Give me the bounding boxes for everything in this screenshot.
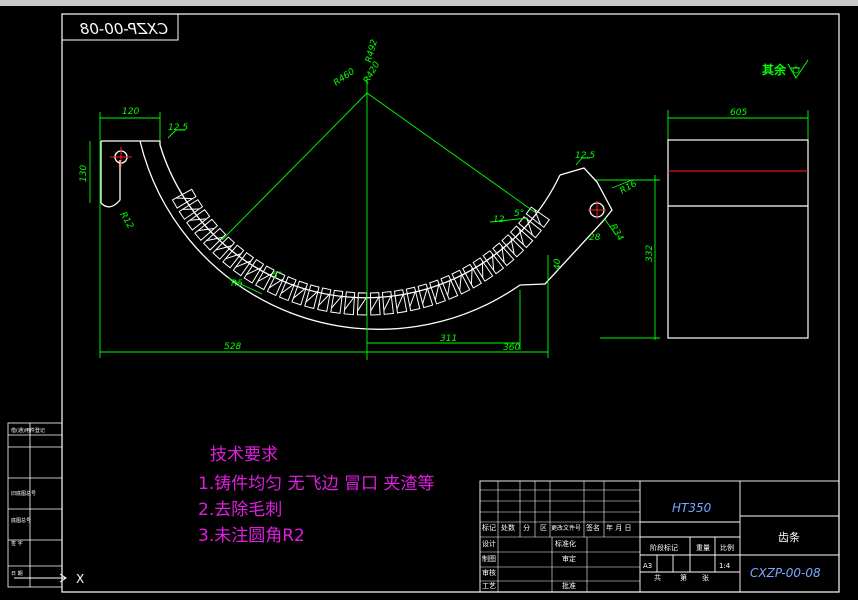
dim-rough-b: 12.5 [575,151,595,161]
tb-count: 处数 [501,523,515,532]
tb-zhang: 张 [702,573,709,582]
tooth-hatch [383,295,392,311]
strip-label-3: 底图总号 [11,517,31,524]
tb-sheet: 第 [680,573,687,582]
strip-label-2: 旧底图总号 [11,490,36,497]
tooth-hatch [370,296,380,312]
dim-r460: R460 [332,67,357,89]
tb-scale: 比例 [720,543,734,552]
dim-r492: R492 [364,38,380,63]
drawing-number-mirrored: CXZP-00-08 [80,20,168,38]
tb-review: 审定 [562,554,576,563]
tech-item-3: 3.未注圆角R2 [198,526,305,546]
tooth-hatch [175,197,193,200]
dim-r12: R12 [117,211,135,232]
tech-item-1: 1.铸件均匀 无飞边 冒口 夹渣等 [198,474,435,494]
dim-528: 528 [224,342,241,352]
dim-130: 130 [79,165,89,182]
left-strip [7,422,63,588]
tb-process: 工艺 [482,582,496,590]
dim-332: 332 [645,245,655,262]
tech-title: 技术要求 [210,445,278,465]
side-view [667,139,809,339]
tb-drawing: 制图 [482,554,496,563]
tb-sheets: 共 [654,573,661,582]
tb-check: 审核 [482,568,496,577]
tb-drawing-no: CXZP-00-08 [750,566,821,580]
tb-size: A3 [643,562,652,570]
tb-part-name: 齿条 [778,530,800,544]
tb-region: 区 [540,524,547,532]
dim-tooth-angle: 5° [272,271,282,281]
drawing-border [61,13,840,593]
tb-material: HT350 [672,501,712,515]
tb-stage-mark: 阶段标记 [650,543,678,552]
tb-weight: 重量 [696,544,710,552]
surface-finish-note: 其余 [762,62,787,77]
dim-360: 360 [503,343,520,353]
dim-r34: R34 [607,223,625,244]
technical-requirements: 技术要求 1.铸件均匀 无飞边 冒口 夹渣等 2.去除毛刺 3.未注圆角R2 [198,440,434,549]
strip-label-1: 借(通)用件登记 [11,427,45,434]
rack-part [100,140,613,330]
tech-item-2: 2.去除毛刺 [198,500,283,520]
tb-change-doc: 更改文件号 [551,524,581,532]
dim-120: 120 [122,107,139,117]
tooth-hatch [357,296,368,312]
tb-date: 年 月 日 [606,523,631,532]
rack-teeth [171,188,550,316]
dim-311: 311 [440,334,457,344]
dim-r420: R420 [362,60,383,86]
tb-signature: 签名 [586,523,600,532]
roughness-symbol [787,59,809,79]
tb-ratio: 1:4 [719,562,731,570]
ucs-x-label: X [76,572,84,586]
tb-approve: 批准 [562,581,576,590]
dim-small-b: 28 [589,233,601,243]
dim-tooth-angle-b: 5° [514,209,524,219]
strip-label-5: 日 期 [11,571,23,577]
left-ear [100,140,161,208]
tb-standardize: 标准化 [555,539,576,548]
dim-small-a: 12 [493,215,505,225]
dim-605: 605 [730,108,747,118]
strip-label-4: 签 字 [11,540,23,547]
dim-rough-a: 12.5 [168,123,188,133]
tooth-hatch [189,218,207,221]
tb-zone: 分 [523,523,530,532]
tb-design: 设计 [482,539,496,548]
right-end [519,167,613,286]
dim-r16: R16 [619,179,640,197]
dim-tooth-step: R5 [231,279,243,289]
dim-40: 40 [553,258,563,270]
tooth-hatch [470,267,473,285]
tb-mark: 标记 [482,523,496,532]
